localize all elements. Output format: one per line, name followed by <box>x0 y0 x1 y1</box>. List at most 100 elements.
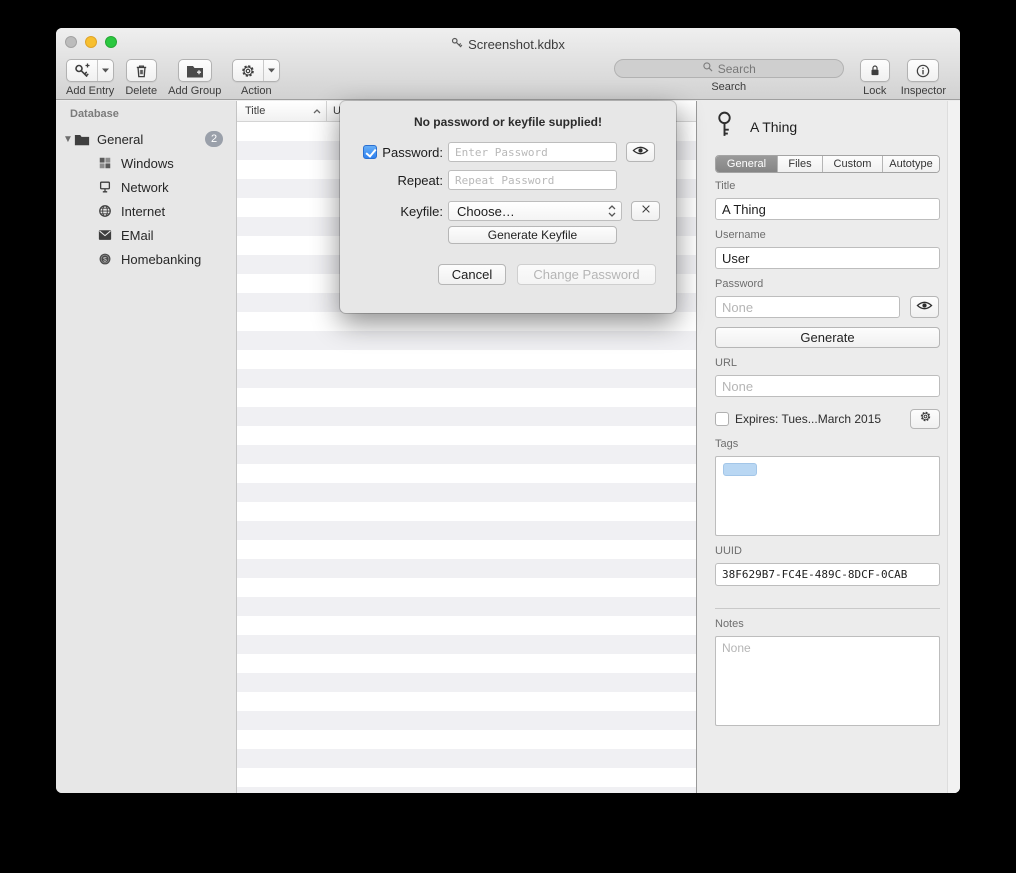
notes-field[interactable] <box>715 636 940 726</box>
dialog-message: No password or keyfile supplied! <box>340 101 676 129</box>
reveal-password-button[interactable] <box>910 296 939 318</box>
trash-icon <box>127 60 156 81</box>
column-title-label: Title <box>245 105 265 117</box>
search-input[interactable]: Search <box>614 59 844 78</box>
add-entry-dropdown-icon[interactable] <box>97 60 113 81</box>
sidebar-group-label: General <box>97 132 143 147</box>
folder-icon <box>74 131 90 147</box>
url-field-label: URL <box>715 357 939 370</box>
lock-label: Lock <box>863 85 886 97</box>
eye-icon <box>632 143 649 161</box>
window-title-text: Screenshot.kdbx <box>468 37 565 52</box>
toolbar-right-group: Search Search Lock <box>614 59 948 97</box>
entry-key-icon <box>715 110 734 144</box>
lock-button[interactable] <box>860 59 890 82</box>
toolbar-delete: Delete <box>125 59 157 97</box>
delete-button[interactable] <box>126 59 157 82</box>
toolbar-add-entry: Add Entry <box>66 59 114 97</box>
sidebar: Database ▼ General 2 Windows Network <box>56 101 237 793</box>
disclosure-triangle-icon[interactable]: ▼ <box>56 134 74 145</box>
tab-autotype[interactable]: Autotype <box>883 156 939 172</box>
url-field[interactable] <box>715 375 940 397</box>
dialog-repeat-input[interactable] <box>448 170 617 190</box>
sidebar-item-label: Windows <box>121 156 174 171</box>
dialog-reveal-password-button[interactable] <box>626 142 655 162</box>
sidebar-item-internet[interactable]: Internet <box>56 199 236 223</box>
uuid-field-label: UUID <box>715 545 939 558</box>
info-circle-icon <box>908 60 938 81</box>
traffic-lights <box>65 36 117 48</box>
password-field[interactable] <box>715 296 900 318</box>
sidebar-item-email[interactable]: EMail <box>56 223 236 247</box>
title-field[interactable] <box>715 198 940 220</box>
titlebar[interactable]: Screenshot.kdbx <box>56 28 960 54</box>
gear-icon <box>233 60 263 81</box>
action-label: Action <box>241 85 272 97</box>
expires-label: Expires: Tues...March 2015 <box>735 412 881 426</box>
tab-files[interactable]: Files <box>778 156 823 172</box>
action-dropdown-icon[interactable] <box>263 60 279 81</box>
uuid-field[interactable] <box>715 563 940 586</box>
key-plus-icon <box>67 60 97 81</box>
padlock-icon <box>861 60 889 81</box>
column-header-username[interactable]: U <box>327 105 341 117</box>
inspector-tabs: General Files Custom Autotype <box>715 155 940 173</box>
password-field-label: Password <box>715 278 939 291</box>
clear-keyfile-button[interactable] <box>631 201 660 221</box>
column-header-title[interactable]: Title <box>237 101 327 121</box>
sidebar-item-label: Homebanking <box>121 252 201 267</box>
change-password-dialog: No password or keyfile supplied! Passwor… <box>340 101 676 313</box>
inspector-divider <box>715 608 940 609</box>
add-group-button[interactable] <box>178 59 212 82</box>
toolbar-action: Action <box>232 59 280 97</box>
minimize-button[interactable] <box>85 36 97 48</box>
document-key-icon <box>451 37 463 52</box>
change-password-button[interactable]: Change Password <box>517 264 656 285</box>
inspector-scrollbar[interactable] <box>947 101 960 793</box>
dialog-keyfile-row: Keyfile: Choose… <box>362 201 676 221</box>
toolbar-add-group: Add Group <box>168 59 221 97</box>
up-down-chevrons-icon <box>608 204 616 218</box>
sidebar-item-general[interactable]: ▼ General 2 <box>56 127 236 151</box>
window-title: Screenshot.kdbx <box>56 28 960 54</box>
generate-password-button[interactable]: Generate <box>715 327 940 348</box>
password-enabled-checkbox[interactable] <box>363 145 377 159</box>
tag-chip[interactable] <box>723 463 757 476</box>
inspector-panel: A Thing General Files Custom Autotype Ti… <box>696 101 960 793</box>
search-placeholder: Search <box>718 62 756 76</box>
toolbar: Add Entry Delete Add Group <box>56 54 960 100</box>
inspector-button[interactable] <box>907 59 939 82</box>
sidebar-item-homebanking[interactable]: $ Homebanking <box>56 247 236 271</box>
action-button[interactable] <box>232 59 280 82</box>
sort-ascending-icon <box>313 109 321 114</box>
monitor-icon <box>97 179 113 195</box>
tags-field[interactable] <box>715 456 940 536</box>
keyfile-popup-button[interactable]: Choose… <box>448 201 622 221</box>
entry-title-text: A Thing <box>750 119 797 135</box>
sidebar-item-label: Internet <box>121 204 165 219</box>
inspector-label: Inspector <box>901 85 946 97</box>
add-entry-label: Add Entry <box>66 85 114 97</box>
zoom-button[interactable] <box>105 36 117 48</box>
toolbar-inspector: Inspector <box>901 59 946 97</box>
close-button[interactable] <box>65 36 77 48</box>
cancel-button[interactable]: Cancel <box>438 264 506 285</box>
tab-general[interactable]: General <box>716 156 778 172</box>
sidebar-item-windows[interactable]: Windows <box>56 151 236 175</box>
keyfile-popup-value: Choose… <box>457 204 515 219</box>
window-chrome: Screenshot.kdbx Add Entry <box>56 28 960 100</box>
delete-label: Delete <box>125 85 157 97</box>
expires-checkbox[interactable] <box>715 412 729 426</box>
username-field[interactable] <box>715 247 940 269</box>
notes-field-label: Notes <box>715 618 939 631</box>
svg-text:$: $ <box>103 256 107 263</box>
tab-custom[interactable]: Custom <box>823 156 883 172</box>
generate-keyfile-button[interactable]: Generate Keyfile <box>448 226 617 244</box>
toolbar-lock: Lock <box>860 59 890 97</box>
dialog-password-label: Password: <box>382 145 443 160</box>
add-entry-button[interactable] <box>66 59 114 82</box>
dialog-password-input[interactable] <box>448 142 617 162</box>
sidebar-item-network[interactable]: Network <box>56 175 236 199</box>
expires-settings-button[interactable] <box>910 409 940 429</box>
entry-header: A Thing <box>715 112 939 142</box>
